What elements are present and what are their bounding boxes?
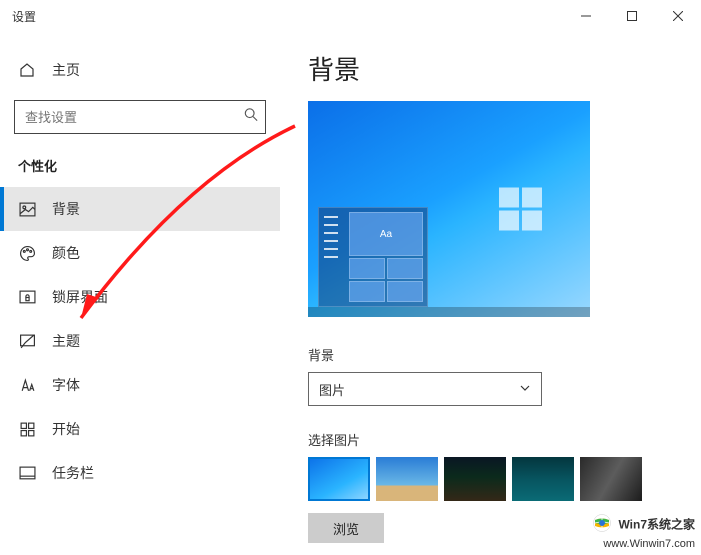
nav-item-fonts[interactable]: 字体 xyxy=(0,363,280,407)
minimize-button[interactable] xyxy=(563,0,609,32)
browse-button[interactable]: 浏览 xyxy=(308,513,384,543)
watermark-logo-icon xyxy=(593,514,611,537)
page-title: 背景 xyxy=(308,50,673,87)
background-type-dropdown[interactable]: 图片 xyxy=(308,372,542,406)
windows-logo-icon xyxy=(499,188,542,231)
maximize-button[interactable] xyxy=(609,0,655,32)
search-box[interactable] xyxy=(14,100,266,134)
nav-item-colors[interactable]: 颜色 xyxy=(0,231,280,275)
themes-icon xyxy=(18,333,36,350)
chevron-down-icon xyxy=(519,382,531,397)
nav-item-background[interactable]: 背景 xyxy=(0,187,280,231)
watermark-line2: www.Winwin7.com xyxy=(593,537,695,551)
nav-item-start[interactable]: 开始 xyxy=(0,407,280,451)
window-controls xyxy=(563,0,701,32)
palette-icon xyxy=(18,245,36,262)
nav-label: 锁屏界面 xyxy=(52,287,108,307)
nav-list: 背景 颜色 锁屏界面 主题 字体 开始 xyxy=(0,187,280,495)
main-content: 背景 Aa 背景 图片 选择图片 浏览 xyxy=(280,32,701,555)
background-field-label: 背景 xyxy=(308,345,673,364)
fonts-icon xyxy=(18,377,36,394)
sidebar: 主页 个性化 背景 颜色 锁屏界面 主题 xyxy=(0,32,280,555)
thumbnail-3[interactable] xyxy=(444,457,506,501)
nav-item-taskbar[interactable]: 任务栏 xyxy=(0,451,280,495)
nav-item-themes[interactable]: 主题 xyxy=(0,319,280,363)
search-icon xyxy=(244,108,258,127)
lockscreen-icon xyxy=(18,289,36,306)
preview-tile-sample: Aa xyxy=(349,212,423,256)
home-label: 主页 xyxy=(52,60,80,80)
choose-picture-label: 选择图片 xyxy=(308,430,673,449)
nav-label: 颜色 xyxy=(52,243,80,263)
nav-label: 背景 xyxy=(52,199,80,219)
taskbar-icon xyxy=(18,465,36,482)
watermark: Win7系统之家 www.Winwin7.com xyxy=(593,514,695,551)
thumbnail-5[interactable] xyxy=(580,457,642,501)
picture-thumbnails xyxy=(308,457,673,501)
thumbnail-2[interactable] xyxy=(376,457,438,501)
window-title: 设置 xyxy=(12,8,36,25)
nav-item-lockscreen[interactable]: 锁屏界面 xyxy=(0,275,280,319)
search-input[interactable] xyxy=(14,100,266,134)
thumbnail-4[interactable] xyxy=(512,457,574,501)
nav-label: 任务栏 xyxy=(52,463,94,483)
preview-start-menu: Aa xyxy=(318,207,428,307)
nav-label: 开始 xyxy=(52,419,80,439)
watermark-line1: Win7系统之家 xyxy=(618,518,695,532)
home-icon xyxy=(18,62,36,78)
start-icon xyxy=(18,421,36,438)
preview-taskbar xyxy=(308,307,590,317)
section-title: 个性化 xyxy=(18,156,280,175)
dropdown-value: 图片 xyxy=(319,380,345,399)
nav-label: 字体 xyxy=(52,375,80,395)
nav-label: 主题 xyxy=(52,331,80,351)
thumbnail-1[interactable] xyxy=(308,457,370,501)
home-link[interactable]: 主页 xyxy=(0,52,280,88)
close-button[interactable] xyxy=(655,0,701,32)
desktop-preview: Aa xyxy=(308,101,590,317)
title-bar: 设置 xyxy=(0,0,701,32)
picture-icon xyxy=(18,201,36,218)
